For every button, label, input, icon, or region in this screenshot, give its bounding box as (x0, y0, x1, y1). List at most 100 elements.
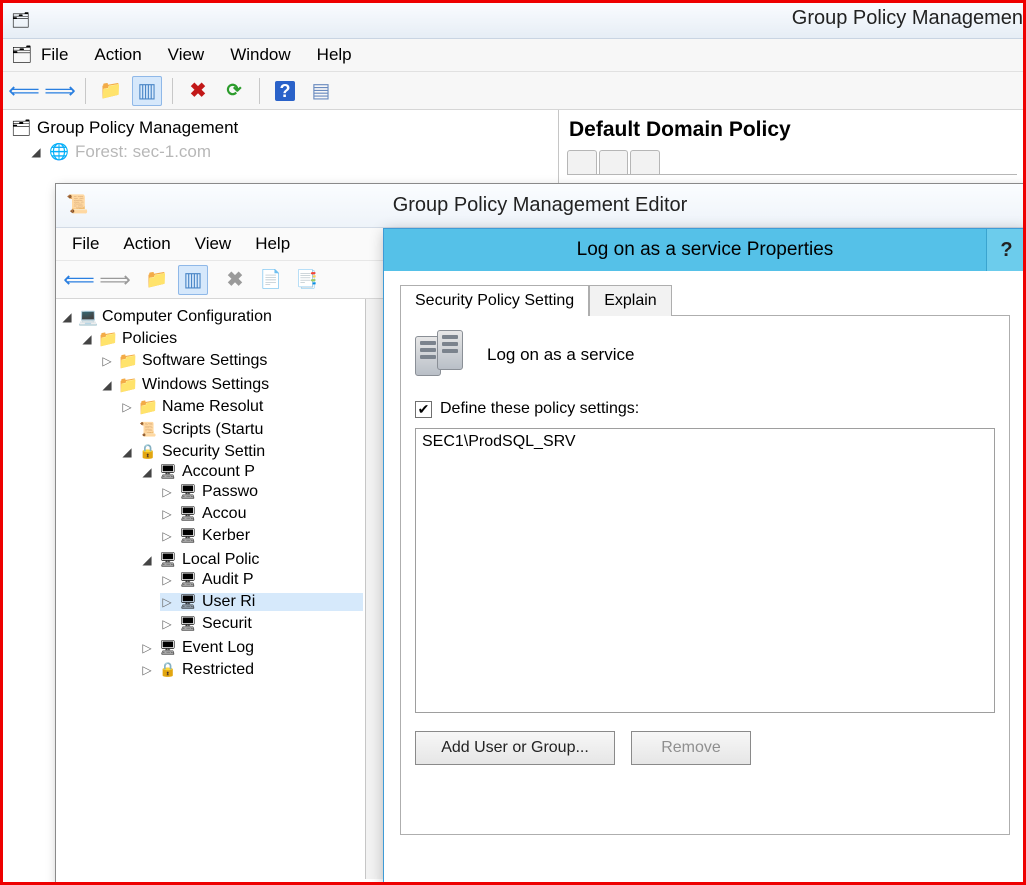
remove-button[interactable]: Remove (631, 731, 751, 765)
export-icon[interactable] (292, 265, 322, 295)
tree-scripts[interactable]: Scripts (Startu (120, 421, 363, 439)
gpme-menu-file[interactable]: File (72, 234, 99, 254)
tree-user-rights[interactable]: User Ri (160, 593, 363, 611)
gpm-menu-action[interactable]: Action (94, 45, 141, 65)
gpm-menu-help[interactable]: Help (317, 45, 352, 65)
tree-windows-settings[interactable]: Windows Settings (100, 375, 363, 395)
define-policy-checkbox[interactable] (415, 401, 432, 418)
policy-icon (178, 505, 198, 523)
tree-account-lockout[interactable]: Accou (160, 505, 363, 523)
gpm-menu-view[interactable]: View (168, 45, 205, 65)
gpm-app-title: Group Policy Managemen (792, 7, 1023, 30)
expand-icon[interactable] (160, 529, 174, 543)
tree-local-policies[interactable]: Local Polic (140, 551, 363, 569)
properties-window-icon[interactable] (178, 265, 208, 295)
refresh-icon[interactable] (219, 76, 249, 106)
folder-icon (118, 351, 138, 371)
back-icon[interactable] (9, 76, 39, 106)
up-folder-icon[interactable] (142, 265, 172, 295)
properties-window-icon[interactable] (132, 76, 162, 106)
properties-dialog: Log on as a service Properties ? Securit… (383, 228, 1026, 885)
remove-button-label: Remove (661, 739, 721, 757)
gpme-titlebar[interactable]: 📜 Group Policy Management Editor (56, 184, 1024, 228)
restricted-icon (158, 661, 178, 679)
expand-icon[interactable] (140, 465, 154, 479)
tree-event-log[interactable]: Event Log (140, 639, 363, 657)
tree-label: Policies (122, 330, 177, 348)
gpm-root-icon: 🗂 (11, 118, 31, 138)
users-listbox[interactable]: SEC1\ProdSQL_SRV (415, 428, 995, 713)
expand-icon[interactable] (120, 445, 134, 459)
gpm-forest-label: Forest: sec-1.com (75, 142, 211, 162)
delete-icon[interactable] (183, 76, 213, 106)
tree-software-settings[interactable]: Software Settings (100, 351, 363, 371)
tree-label: Securit (202, 615, 252, 633)
expand-icon[interactable] (120, 400, 134, 414)
tab-security-policy-setting[interactable]: Security Policy Setting (400, 285, 589, 316)
tree-policies[interactable]: Policies (80, 329, 363, 349)
policy-icon (178, 527, 198, 545)
expand-icon[interactable] (80, 332, 94, 346)
up-folder-icon[interactable] (96, 76, 126, 106)
expand-icon[interactable] (160, 617, 174, 631)
tree-name-resolution[interactable]: Name Resolut (120, 397, 363, 417)
forward-icon[interactable] (45, 76, 75, 106)
list-item[interactable]: SEC1\ProdSQL_SRV (422, 433, 988, 451)
tree-kerberos-policy[interactable]: Kerber (160, 527, 363, 545)
expand-icon[interactable] (160, 573, 174, 587)
tree-label: Computer Configuration (102, 308, 272, 326)
expand-icon[interactable] (160, 595, 174, 609)
policy-icon (158, 463, 178, 481)
tree-label: Local Polic (182, 551, 259, 569)
expand-icon[interactable] (140, 663, 154, 677)
tree-restricted-groups[interactable]: Restricted (140, 661, 363, 679)
expand-icon[interactable] (140, 553, 154, 567)
properties-titlebar[interactable]: Log on as a service Properties ? (384, 229, 1026, 271)
servers-icon (415, 330, 471, 380)
script-icon (138, 421, 158, 439)
tree-account-policies[interactable]: Account P (140, 463, 363, 481)
policy-icon (158, 639, 178, 657)
tab-explain[interactable]: Explain (589, 285, 671, 316)
folder-icon (98, 329, 118, 349)
forward-icon[interactable] (100, 265, 130, 295)
expand-icon[interactable] (140, 641, 154, 655)
tree-computer-configuration[interactable]: Computer Configuration (60, 307, 363, 327)
computer-icon (78, 307, 98, 327)
gpme-menu-view[interactable]: View (195, 234, 232, 254)
toolbar-separator (172, 78, 173, 104)
gpm-tree-forest[interactable]: 🌐 Forest: sec-1.com (7, 140, 554, 164)
add-user-or-group-button[interactable]: Add User or Group... (415, 731, 615, 765)
back-icon[interactable] (64, 265, 94, 295)
define-policy-checkbox-row[interactable]: Define these policy settings: (415, 400, 995, 418)
help-button[interactable]: ? (986, 229, 1026, 271)
gpme-menu-help[interactable]: Help (255, 234, 290, 254)
policy-icon (158, 551, 178, 569)
tree-audit-policy[interactable]: Audit P (160, 571, 363, 589)
expand-icon[interactable] (29, 145, 43, 159)
expand-icon[interactable] (160, 507, 174, 521)
delete-icon[interactable] (220, 265, 250, 295)
gpm-menu-window[interactable]: Window (230, 45, 290, 65)
tree-security-options[interactable]: Securit (160, 615, 363, 633)
gpm-tab[interactable] (567, 150, 597, 174)
gpme-menu-action[interactable]: Action (123, 234, 170, 254)
gpm-menu-file[interactable]: File (41, 45, 68, 65)
tree-label: Accou (202, 505, 246, 523)
gpm-tab[interactable] (599, 150, 629, 174)
gpm-tree-root[interactable]: 🗂 Group Policy Management (7, 116, 554, 140)
document-icon[interactable] (256, 265, 286, 295)
expand-icon[interactable] (100, 378, 114, 392)
expand-icon[interactable] (60, 310, 74, 324)
gpme-sysicon: 📜 (66, 194, 88, 215)
tree-password-policy[interactable]: Passwo (160, 483, 363, 501)
new-window-icon[interactable] (306, 76, 336, 106)
tree-security-settings[interactable]: Security Settin (120, 443, 363, 461)
gpm-tab[interactable] (630, 150, 660, 174)
properties-title: Log on as a service Properties (577, 239, 834, 261)
tree-label: Account P (182, 463, 255, 481)
help-icon[interactable] (270, 76, 300, 106)
expand-icon[interactable] (100, 354, 114, 368)
folder-icon (138, 397, 158, 417)
expand-icon[interactable] (160, 485, 174, 499)
